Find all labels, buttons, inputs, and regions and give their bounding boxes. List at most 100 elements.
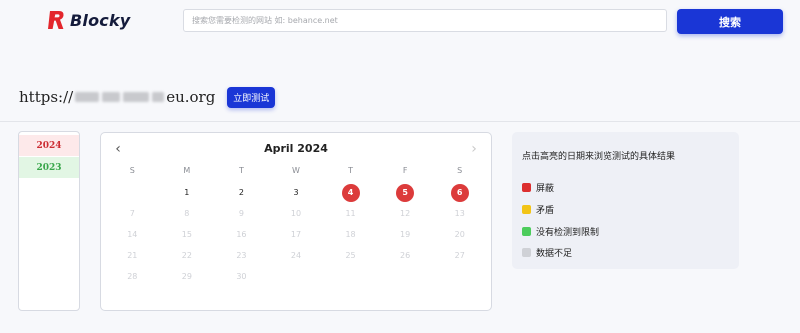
url-redacted bbox=[75, 92, 165, 102]
calendar-day: 17 bbox=[269, 224, 324, 245]
search-button[interactable]: 搜索 bbox=[677, 9, 783, 34]
day-number: 16 bbox=[236, 230, 247, 239]
legend-swatch bbox=[522, 204, 531, 214]
calendar-day: 10 bbox=[269, 203, 324, 224]
calendar-day: 20 bbox=[432, 224, 487, 245]
calendar-days: 1 2 3 4 5 6 7 8 9 10 11 12 13 14 15 16 17 18 19 20 21 22 23 24 2… bbox=[105, 182, 487, 287]
day-number: 22 bbox=[181, 251, 192, 260]
day-blocked-marker[interactable]: 5 bbox=[396, 183, 415, 202]
calendar-day[interactable]: 4 bbox=[323, 182, 378, 203]
weekday-header: SMTWTFS bbox=[105, 166, 487, 175]
weekday-label: T bbox=[348, 166, 353, 175]
legend-item-conflict: 矛盾 bbox=[522, 203, 555, 216]
calendar-day: 27 bbox=[432, 245, 487, 266]
legend-item-insufficient: 数据不足 bbox=[522, 246, 573, 259]
calendar-day: 1 bbox=[160, 182, 215, 203]
calendar-day: 2 bbox=[214, 182, 269, 203]
legend-label: 矛盾 bbox=[536, 205, 555, 216]
logo[interactable]: Blocky bbox=[47, 9, 130, 31]
calendar-day: 7 bbox=[105, 203, 160, 224]
calendar-day: 12 bbox=[378, 203, 433, 224]
day-number: 9 bbox=[238, 209, 244, 218]
day-number: 17 bbox=[290, 230, 302, 239]
legend-item-no-restriction: 没有检测到限制 bbox=[522, 225, 600, 238]
day-number: 1 bbox=[184, 188, 190, 197]
calendar-day: 23 bbox=[214, 245, 269, 266]
legend-label: 数据不足 bbox=[536, 248, 573, 259]
day-number: 28 bbox=[127, 272, 138, 281]
chevron-right-icon[interactable]: › bbox=[467, 142, 481, 156]
day-number: 15 bbox=[181, 230, 192, 239]
calendar-day: 24 bbox=[269, 245, 324, 266]
calendar-day: 21 bbox=[105, 245, 160, 266]
day-number: 19 bbox=[400, 230, 411, 239]
url-suffix: eu.org bbox=[166, 88, 216, 106]
day-number: 23 bbox=[236, 251, 247, 260]
day-number: 10 bbox=[290, 209, 302, 218]
calendar-day: 25 bbox=[323, 245, 378, 266]
calendar-day: 22 bbox=[160, 245, 215, 266]
calendar: ‹ April 2024 › SMTWTFS 1 2 3 4 5 6 7 8 9 10 11 12 13… bbox=[100, 132, 492, 311]
weekday-label: S bbox=[129, 166, 135, 175]
day-number: 11 bbox=[345, 209, 356, 218]
weekday-label: F bbox=[402, 166, 408, 175]
day-number: 24 bbox=[290, 251, 302, 260]
weekday-label: M bbox=[183, 166, 191, 175]
day-number: 18 bbox=[345, 230, 356, 239]
calendar-day: 28 bbox=[105, 266, 160, 287]
top-bar: Blocky 搜索 bbox=[0, 0, 800, 44]
day-number: 8 bbox=[184, 209, 190, 218]
day-number: 25 bbox=[345, 251, 356, 260]
day-number: 14 bbox=[127, 230, 138, 239]
blocky-logo-icon bbox=[48, 11, 64, 29]
url-prefix: https:// bbox=[19, 88, 74, 106]
calendar-day: 26 bbox=[378, 245, 433, 266]
day-number: 26 bbox=[400, 251, 411, 260]
target-url-row: https:// eu.org 立即测试 bbox=[19, 86, 276, 108]
legend-item-blocked: 屏蔽 bbox=[522, 181, 555, 194]
calendar-day: 8 bbox=[160, 203, 215, 224]
weekday-label: S bbox=[457, 166, 463, 175]
calendar-blank-cell bbox=[105, 182, 160, 203]
legend-swatch bbox=[522, 226, 531, 236]
calendar-day: 15 bbox=[160, 224, 215, 245]
legend-title: 点击高亮的日期来浏览测试的具体结果 bbox=[522, 152, 676, 162]
year-item-2024[interactable]: 2024 bbox=[19, 135, 79, 156]
day-number: 29 bbox=[181, 272, 192, 281]
legend-label: 没有检测到限制 bbox=[536, 227, 600, 238]
divider bbox=[0, 121, 800, 122]
weekday-label: W bbox=[292, 166, 300, 175]
day-number: 7 bbox=[129, 209, 135, 218]
legend-swatch bbox=[522, 182, 531, 192]
test-now-button[interactable]: 立即测试 bbox=[227, 86, 276, 108]
day-number: 27 bbox=[454, 251, 465, 260]
calendar-day: 3 bbox=[269, 182, 324, 203]
calendar-title: April 2024 bbox=[264, 142, 328, 155]
calendar-day: 9 bbox=[214, 203, 269, 224]
day-number: 2 bbox=[238, 188, 244, 197]
calendar-day[interactable]: 5 bbox=[378, 182, 433, 203]
calendar-day: 16 bbox=[214, 224, 269, 245]
year-item-2023[interactable]: 2023 bbox=[19, 157, 79, 178]
calendar-day: 11 bbox=[323, 203, 378, 224]
day-blocked-marker[interactable]: 6 bbox=[450, 183, 469, 202]
day-number: 12 bbox=[400, 209, 411, 218]
calendar-day: 13 bbox=[432, 203, 487, 224]
search-input[interactable] bbox=[183, 9, 667, 32]
day-number: 13 bbox=[454, 209, 465, 218]
calendar-day: 14 bbox=[105, 224, 160, 245]
calendar-day: 19 bbox=[378, 224, 433, 245]
year-list: 2024 2023 bbox=[18, 131, 80, 311]
logo-text: Blocky bbox=[70, 10, 131, 30]
day-blocked-marker[interactable]: 4 bbox=[341, 183, 360, 202]
calendar-day: 18 bbox=[323, 224, 378, 245]
day-number: 3 bbox=[293, 188, 299, 197]
day-number: 21 bbox=[127, 251, 138, 260]
weekday-label: T bbox=[238, 166, 244, 175]
day-number: 20 bbox=[454, 230, 465, 239]
legend-swatch bbox=[522, 247, 531, 257]
legend-label: 屏蔽 bbox=[536, 183, 555, 194]
calendar-day: 29 bbox=[160, 266, 215, 287]
day-number: 30 bbox=[236, 272, 247, 281]
calendar-day[interactable]: 6 bbox=[432, 182, 487, 203]
